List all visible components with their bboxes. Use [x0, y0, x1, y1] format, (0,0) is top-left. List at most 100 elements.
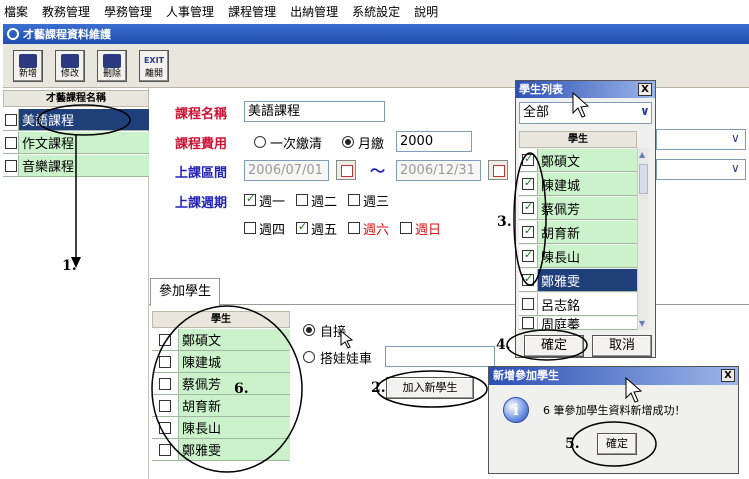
course-row-checkbox[interactable]	[4, 159, 17, 172]
participant-row[interactable]: 陳長山	[152, 417, 290, 439]
start-date-input[interactable]: 2006/07/01	[244, 160, 329, 181]
add-new-student-button[interactable]: 加入新學生	[386, 377, 474, 399]
close-icon[interactable]: X	[638, 83, 652, 96]
participant-row[interactable]: 鄭碩文	[152, 329, 290, 351]
school-bus-radio[interactable]	[303, 351, 315, 363]
student-list-row[interactable]: 胡育新	[519, 221, 637, 244]
annotation-step-1: 1.	[62, 258, 77, 274]
fee-monthly-radio[interactable]	[342, 136, 354, 148]
wednesday-label: 週三	[363, 195, 390, 210]
menu-student-affairs[interactable]: 學務管理	[104, 3, 152, 20]
course-list-panel: 才藝課程名稱 美語課程 作文課程 音樂課程	[3, 88, 149, 479]
student-list-row[interactable]: 陳建城	[519, 173, 637, 196]
menu-bar: 檔案 教務管理 學務管理 人事管理 課程管理 出納管理 系統設定 說明	[0, 0, 749, 22]
start-date-calendar-icon[interactable]	[336, 160, 356, 180]
student-list-checkbox[interactable]	[522, 200, 534, 214]
tab-participants[interactable]: 參加學生	[150, 278, 220, 306]
course-row-checkbox[interactable]	[4, 136, 17, 149]
add-participants-dialog: 新增參加學生 X i 6 筆參加學生資料新增成功！ 確定	[488, 366, 739, 474]
exit-button-label: 離開	[144, 69, 163, 79]
course-row-label: 作文課程	[18, 132, 149, 153]
student-list-cancel-button[interactable]: 取消	[592, 335, 652, 357]
participant-row[interactable]: 胡育新	[152, 395, 290, 417]
participant-row[interactable]: 陳建城	[152, 351, 290, 373]
course-row[interactable]: 美語課程	[3, 109, 149, 131]
wednesday-checkbox[interactable]	[348, 194, 360, 206]
participant-row-checkbox[interactable]	[159, 421, 171, 434]
student-list-name: 鄭雅雯	[537, 269, 637, 291]
student-filter-select[interactable]: 全部	[519, 102, 652, 124]
student-list-checkbox[interactable]	[522, 298, 534, 310]
course-row-checkbox[interactable]	[4, 113, 17, 126]
close-icon[interactable]: X	[721, 369, 735, 382]
menu-help[interactable]: 說明	[414, 3, 438, 20]
course-fee-label: 課程費用	[175, 137, 228, 152]
student-list-row[interactable]: 鄭雅雯	[519, 269, 637, 292]
thursday-checkbox[interactable]	[244, 222, 256, 234]
saturday-checkbox[interactable]	[348, 222, 360, 234]
bus-route-input[interactable]	[385, 346, 495, 367]
exit-icon: EXIT	[143, 56, 165, 65]
participant-row-name: 陳建城	[178, 351, 290, 372]
student-list-checkbox[interactable]	[522, 317, 534, 329]
participant-row-checkbox[interactable]	[159, 333, 171, 346]
dialog-ok-button[interactable]: 確定	[597, 433, 637, 455]
dialog-message: 6 筆參加學生資料新增成功！	[543, 404, 686, 417]
menu-personnel[interactable]: 人事管理	[166, 3, 214, 20]
student-list-row[interactable]: 周庭蓁	[519, 317, 637, 330]
menu-academic[interactable]: 教務管理	[42, 3, 90, 20]
edit-button[interactable]: 修改	[55, 50, 85, 82]
window-titlebar: 才藝課程資料維護	[3, 24, 749, 44]
participant-row-name: 鄭碩文	[178, 329, 290, 350]
student-list-name: 陳長山	[537, 245, 637, 267]
self-pickup-radio[interactable]	[303, 324, 315, 336]
fee-once-radio[interactable]	[254, 136, 266, 148]
student-list-checkbox[interactable]	[522, 176, 534, 190]
course-row[interactable]: 音樂課程	[3, 155, 149, 177]
student-list-ok-button[interactable]: 確定	[524, 335, 584, 357]
student-list-name: 陳建城	[537, 173, 637, 195]
scroll-up-icon[interactable]: ▲	[639, 150, 645, 159]
menu-course[interactable]: 課程管理	[228, 3, 276, 20]
participant-row-checkbox[interactable]	[159, 377, 171, 390]
student-list-checkbox[interactable]	[522, 152, 534, 166]
student-list-checkbox[interactable]	[522, 248, 534, 262]
friday-checkbox[interactable]	[296, 220, 308, 234]
student-list-row[interactable]: 呂志銘	[519, 293, 637, 316]
menu-cashier[interactable]: 出納管理	[290, 3, 338, 20]
menu-file[interactable]: 檔案	[4, 3, 28, 20]
participant-row-checkbox[interactable]	[159, 399, 171, 412]
sunday-checkbox[interactable]	[400, 222, 412, 234]
monday-checkbox[interactable]	[244, 192, 256, 206]
scroll-down-icon[interactable]: ▼	[639, 319, 645, 328]
tab-strip	[149, 275, 749, 305]
menu-settings[interactable]: 系統設定	[352, 3, 400, 20]
course-row-label: 音樂課程	[18, 155, 149, 176]
participant-row[interactable]: 蔡佩芳	[152, 373, 290, 395]
scroll-thumb[interactable]	[639, 164, 648, 194]
participant-row-checkbox[interactable]	[159, 443, 171, 456]
student-list-row[interactable]: 陳長山	[519, 245, 637, 268]
participant-row-checkbox[interactable]	[159, 355, 171, 368]
tuesday-checkbox[interactable]	[296, 194, 308, 206]
delete-button[interactable]: 刪除	[97, 50, 127, 82]
participant-row[interactable]: 鄭雅雯	[152, 439, 290, 461]
new-button[interactable]: 新增	[13, 50, 43, 82]
student-list-scrollbar[interactable]: ▲ ▼	[637, 148, 649, 330]
exit-button[interactable]: EXIT 離開	[139, 50, 169, 82]
student-list-checkbox[interactable]	[522, 272, 534, 286]
annotation-step-5: 5.	[565, 436, 580, 452]
course-name-input[interactable]: 美語課程	[244, 101, 385, 122]
end-date-input[interactable]: 2006/12/31	[396, 160, 481, 181]
class-period-label: 上課區間	[175, 166, 228, 181]
course-row[interactable]: 作文課程	[3, 132, 149, 154]
course-row-label: 美語課程	[18, 109, 149, 130]
fee-amount-input[interactable]: 2000	[396, 131, 472, 152]
student-list-row[interactable]: 蔡佩芳	[519, 197, 637, 220]
student-list-name: 鄭碩文	[537, 149, 637, 171]
student-list-checkbox[interactable]	[522, 224, 534, 238]
annotation-step-2: 2.	[371, 380, 386, 396]
end-date-calendar-icon[interactable]	[488, 160, 508, 180]
student-list-row[interactable]: 鄭碩文	[519, 149, 637, 172]
student-list-name: 蔡佩芳	[537, 197, 637, 219]
